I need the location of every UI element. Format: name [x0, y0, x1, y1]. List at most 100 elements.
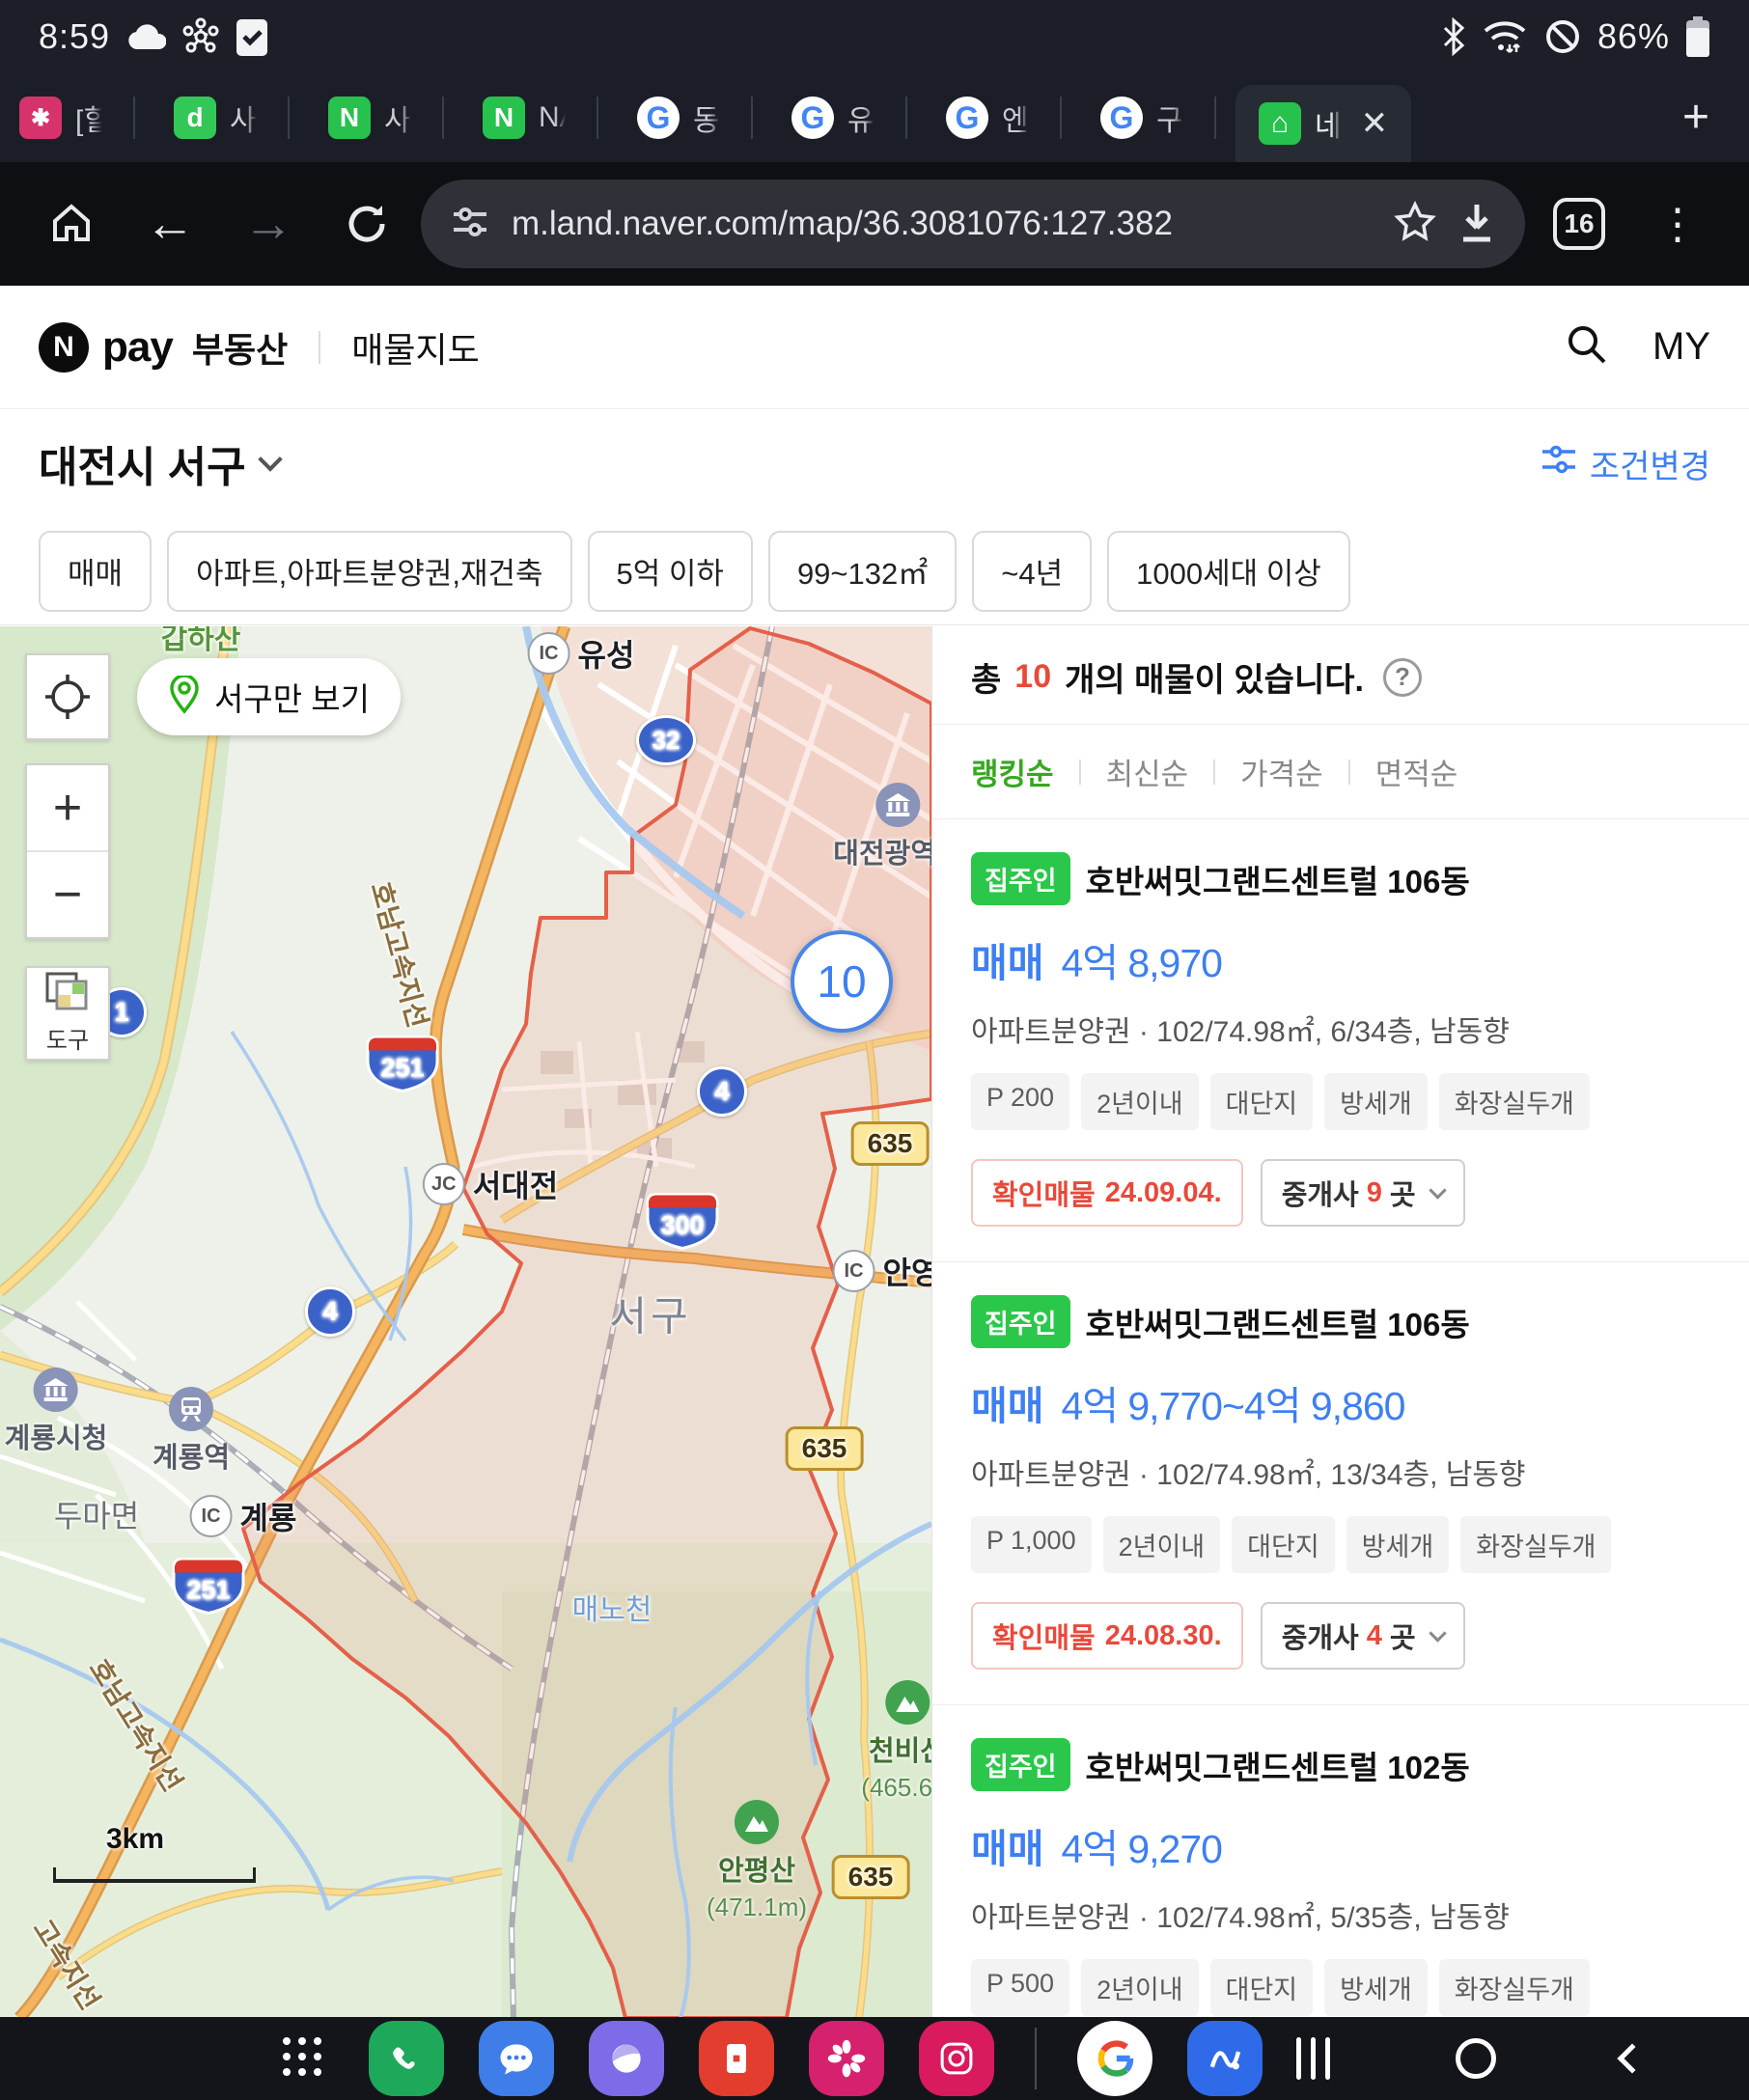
- listing-card[interactable]: 집주인호반써밋그랜드센트럴 106동매매4억 8,970아파트분양권 · 102…: [932, 819, 1749, 1262]
- help-icon[interactable]: ?: [1383, 658, 1422, 697]
- poi-train-icon: [169, 1387, 213, 1431]
- poi-name: 계룡역: [153, 1435, 230, 1476]
- download-icon[interactable]: [1458, 201, 1496, 248]
- change-conditions-button[interactable]: 조건변경: [1540, 440, 1710, 487]
- bookmark-star-icon[interactable]: [1394, 201, 1436, 248]
- filter-chip[interactable]: ~4년: [972, 531, 1092, 612]
- browser-tab[interactable]: G동탄: [618, 73, 772, 162]
- tab-title: 사생: [384, 97, 411, 139]
- google-favicon-icon: G: [946, 97, 988, 139]
- interchange-badge: IC계룡: [190, 1494, 297, 1538]
- home-icon[interactable]: [27, 180, 116, 268]
- messages-app-icon[interactable]: [479, 2021, 554, 2096]
- listing-card[interactable]: 집주인호반써밋그랜드센트럴 106동매매4억 9,770~4억 9,860아파트…: [932, 1262, 1749, 1705]
- poi-name: 계룡시청: [5, 1416, 108, 1456]
- browser-tab[interactable]: ✱[힐링: [0, 73, 154, 162]
- agents-dropdown[interactable]: 중개사9곳: [1261, 1159, 1465, 1227]
- my-location-button[interactable]: [25, 653, 110, 740]
- tab-switcher-button[interactable]: 16: [1535, 180, 1624, 268]
- google-app-icon[interactable]: [1077, 2021, 1152, 2096]
- close-icon[interactable]: ✕: [1361, 104, 1389, 143]
- recents-button[interactable]: [1296, 2037, 1330, 2080]
- view-district-only-button[interactable]: 서구만 보기: [137, 658, 401, 735]
- interchange-badge: IC유성: [528, 631, 635, 676]
- home-button[interactable]: [1456, 2038, 1496, 2079]
- region-selector[interactable]: 대전시 서구: [39, 432, 279, 494]
- land-favicon-icon: ⌂: [1259, 102, 1301, 145]
- internet-app-icon[interactable]: [589, 2021, 664, 2096]
- ic-disc: IC: [833, 1250, 875, 1292]
- band-app-icon[interactable]: [809, 2021, 884, 2096]
- agents-dropdown[interactable]: 중개사4곳: [1261, 1602, 1465, 1670]
- smartthings-icon: [181, 17, 220, 56]
- zoom-out-button[interactable]: −: [27, 852, 108, 937]
- phone-app-icon[interactable]: [369, 2021, 444, 2096]
- section-label[interactable]: 부동산: [192, 322, 288, 373]
- apps-grid-icon[interactable]: [280, 2034, 324, 2084]
- google-favicon-icon: G: [791, 97, 834, 139]
- browser-tab[interactable]: N사생: [309, 73, 463, 162]
- listing-title: 호반써밋그랜드센트럴 102동: [1086, 1742, 1470, 1788]
- checkbox-notification-icon: [236, 15, 268, 58]
- browser-tab[interactable]: G엔화: [927, 73, 1081, 162]
- ic-disc: IC: [190, 1495, 233, 1537]
- listing-title: 호반써밋그랜드센트럴 106동: [1086, 856, 1470, 902]
- listing-tag: 대단지: [1210, 1959, 1314, 2016]
- route-badge: 635: [786, 1426, 864, 1471]
- tab-divider: [442, 97, 444, 139]
- browser-tab[interactable]: G구인: [1081, 73, 1235, 162]
- filter-chip[interactable]: 아파트,아파트분양권,재건축: [167, 531, 571, 612]
- map-label: 갑하산: [161, 626, 241, 657]
- tab-divider: [597, 97, 598, 139]
- site-settings-icon[interactable]: [450, 202, 490, 247]
- confirmed-listing-button[interactable]: 확인매물24.08.30.: [971, 1602, 1243, 1670]
- tab-divider: [905, 97, 907, 139]
- sort-divider: [1348, 760, 1350, 785]
- trade-type: 매매: [971, 930, 1043, 988]
- reload-icon[interactable]: [322, 180, 411, 268]
- sort-option[interactable]: 랭킹순: [971, 750, 1054, 793]
- poi-mtn-icon: [735, 1800, 779, 1844]
- confirmed-listing-button[interactable]: 확인매물24.09.04.: [971, 1159, 1243, 1227]
- map-poi: 안평산(471.1m): [707, 1800, 807, 1922]
- browser-tab[interactable]: d사생: [154, 73, 309, 162]
- menu-kebab-icon[interactable]: ⋮: [1633, 180, 1722, 268]
- agent-count: 9: [1367, 1177, 1382, 1209]
- confirm-date: 24.09.04.: [1105, 1177, 1222, 1209]
- media-app-icon[interactable]: [699, 2021, 774, 2096]
- naver-app-app-icon[interactable]: [1187, 2021, 1263, 2096]
- battery-icon: [1685, 16, 1710, 57]
- wifi-icon: [1482, 17, 1528, 56]
- browser-tab[interactable]: G유튜: [772, 73, 927, 162]
- url-text[interactable]: m.land.naver.com/map/36.3081076:127.382: [512, 205, 1373, 243]
- naver-pay-logo[interactable]: N pay 부동산 매물지도: [39, 322, 480, 373]
- listing-card[interactable]: 집주인호반써밋그랜드센트럴 102동매매4억 9,270아파트분양권 · 102…: [932, 1705, 1749, 2017]
- my-menu[interactable]: MY: [1652, 325, 1710, 369]
- sort-option[interactable]: 가격순: [1240, 750, 1323, 793]
- tab-title: NAV: [539, 101, 566, 134]
- chevron-down-icon: [258, 447, 282, 471]
- map-tools-button[interactable]: 도구: [25, 966, 110, 1061]
- browser-tab[interactable]: NNAV: [463, 73, 618, 162]
- camera-app-icon[interactable]: [919, 2021, 994, 2096]
- search-icon[interactable]: [1564, 321, 1610, 373]
- new-tab-button[interactable]: +: [1643, 73, 1749, 162]
- url-bar[interactable]: m.land.naver.com/map/36.3081076:127.382: [421, 180, 1525, 268]
- expressway-shield-badge: 300: [641, 1190, 724, 1257]
- zoom-in-button[interactable]: +: [27, 765, 108, 852]
- back-icon[interactable]: ←: [125, 180, 214, 268]
- map[interactable]: 갑하산(468.7m)IC유성32대전광역시호남고속지선2511JC서대전300…: [0, 626, 931, 2017]
- browser-tab[interactable]: ⌂네✕: [1235, 85, 1411, 162]
- listing-tag: 2년이내: [1081, 1959, 1199, 2016]
- back-button[interactable]: [1617, 2043, 1647, 2073]
- sort-option[interactable]: 면적순: [1375, 750, 1458, 793]
- filter-chip[interactable]: 99~132㎡: [768, 531, 957, 612]
- sort-option[interactable]: 최신순: [1106, 750, 1189, 793]
- filter-chip[interactable]: 1000세대 이상: [1107, 531, 1350, 612]
- map-label: 두마면: [54, 1492, 139, 1536]
- tab-divider: [751, 97, 753, 139]
- filter-chip[interactable]: 매매: [39, 531, 152, 612]
- listing-tag: 방세개: [1324, 1959, 1428, 2016]
- filter-chip[interactable]: 5억 이하: [588, 531, 753, 612]
- listing-cluster-marker[interactable]: 10: [791, 930, 893, 1033]
